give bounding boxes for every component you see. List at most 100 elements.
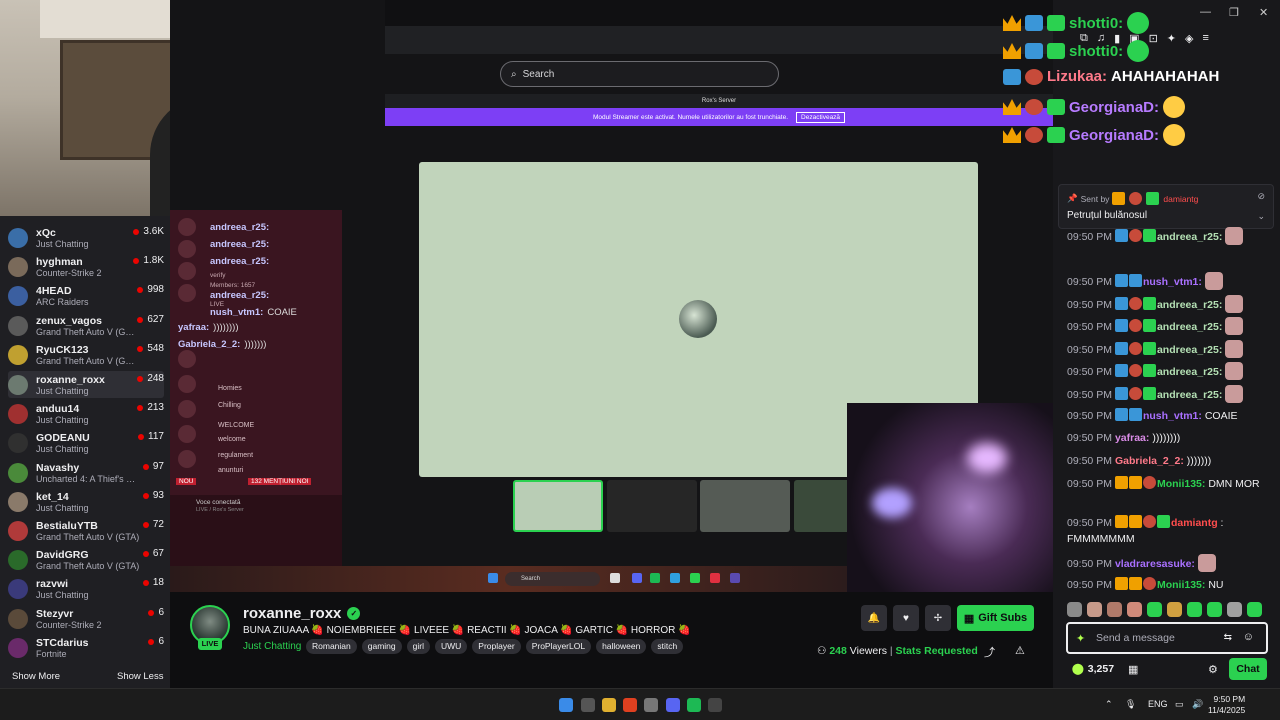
chat-message[interactable]: 09:50 PM Monii135: NU	[1067, 577, 1267, 593]
translate-icon[interactable]: ⇆	[1224, 632, 1232, 643]
volume-icon[interactable]: 🔊	[1192, 699, 1203, 710]
sparkle-icon[interactable]: ✦	[1167, 32, 1176, 45]
chevron-down-icon[interactable]: ⌄	[1257, 211, 1265, 222]
tag[interactable]: halloween	[596, 639, 647, 654]
chat-message[interactable]: 09:50 PM nush_vtm1: COAIE	[1067, 408, 1267, 424]
message-time: 09:50 PM	[1067, 558, 1112, 570]
boost-button[interactable]: ✢	[925, 605, 951, 631]
avatar	[8, 462, 28, 483]
discord-icon[interactable]	[666, 698, 680, 712]
sidebar-channel[interactable]: RyuCK123 Grand Theft Auto V (G… 548	[8, 341, 164, 368]
tag[interactable]: ProPlayerLOL	[525, 639, 592, 654]
chat-message[interactable]: 09:50 PM andreea_r25:	[1067, 295, 1267, 313]
chat-message[interactable]: 09:50 PM Gabriela_2_2: )))))))	[1067, 453, 1267, 469]
chat-username[interactable]: andreea_r25:	[1157, 231, 1222, 243]
tag[interactable]: Proplayer	[472, 639, 521, 654]
sidebar-channel[interactable]: BestialuYTB Grand Theft Auto V (GTA) 72	[8, 517, 164, 544]
sidebar-channel[interactable]: DavidGRG Grand Theft Auto V (GTA) 67	[8, 546, 164, 573]
chat-message[interactable]: 09:50 PM damiantg : FMMMMMMM	[1067, 515, 1267, 547]
tag[interactable]: stitch	[651, 639, 684, 654]
mic-icon[interactable]: 🎙	[1125, 699, 1136, 710]
chat-username[interactable]: Monii135:	[1157, 478, 1205, 490]
chat-send-button[interactable]: Chat	[1229, 658, 1267, 680]
chat-message[interactable]: 09:50 PM andreea_r25:	[1067, 385, 1267, 403]
start-icon[interactable]	[559, 698, 573, 712]
menu-icon[interactable]: ≡	[1202, 32, 1208, 45]
report-icon[interactable]: ⚠	[1015, 644, 1025, 657]
sidebar-channel[interactable]: anduu14 Just Chatting 213	[8, 400, 164, 427]
language-indicator[interactable]: ENG	[1148, 699, 1168, 709]
chat-message[interactable]: 09:50 PM andreea_r25:	[1067, 340, 1267, 358]
sidebar-channel[interactable]: Stezyvr Counter-Strike 2 6	[8, 605, 164, 632]
obs-icon[interactable]	[708, 698, 722, 712]
gift-icon[interactable]: ▦	[1128, 663, 1138, 676]
sidebar-channel[interactable]: zenux_vagos Grand Theft Auto V (G… 627	[8, 312, 164, 339]
pinned-message[interactable]: 📌 Sent by damiantg Petruțul bulănosul ⊘ …	[1058, 184, 1274, 229]
chat-message[interactable]: 09:50 PM nush_vtm1:	[1067, 272, 1267, 290]
sidebar-channel[interactable]: GODEANU Just Chatting 117	[8, 429, 164, 456]
clock[interactable]: 9:50 PM 11/4/2025	[1208, 694, 1245, 716]
gift-subs-button[interactable]: ▦ Gift Subs	[957, 605, 1034, 631]
sidebar-channel[interactable]: STCdarius Fortnite 6	[8, 634, 164, 661]
hide-pin-icon[interactable]: ⊘	[1257, 191, 1265, 202]
chat-message[interactable]: 09:50 PM Monii135: DMN MOR	[1067, 476, 1267, 492]
tag[interactable]: Romanian	[306, 639, 357, 654]
sidebar-channel[interactable]: xQc Just Chatting 3.6K	[8, 224, 164, 251]
close-icon[interactable]: ✕	[1259, 6, 1268, 19]
chat-username[interactable]: andreea_r25:	[1157, 389, 1222, 401]
secondary-webcam	[847, 403, 1053, 592]
sidebar-channel[interactable]: Navashy Uncharted 4: A Thief's … 97	[8, 459, 164, 486]
sidebar-channel[interactable]: roxanne_roxx Just Chatting 248	[8, 371, 164, 398]
show-more-link[interactable]: Show More	[12, 671, 60, 682]
maximize-icon[interactable]: ❐	[1229, 6, 1239, 19]
channel-points[interactable]: ⬤ 3,257	[1072, 663, 1114, 675]
minimize-icon[interactable]: —	[1200, 6, 1211, 18]
shield-icon[interactable]: ◈	[1185, 32, 1193, 45]
tag[interactable]: UWU	[434, 639, 468, 654]
spotify-icon[interactable]	[687, 698, 701, 712]
share-icon[interactable]: ⤴	[984, 644, 995, 660]
network-icon[interactable]: ▭	[1175, 699, 1184, 710]
notification-bell-button[interactable]: 🔔	[861, 605, 887, 631]
chat-message[interactable]: 09:50 PM yafraa: ))))))))	[1067, 430, 1267, 446]
channel-name[interactable]: roxanne_roxx ✓	[243, 605, 361, 622]
sidebar-channel[interactable]: hyghman Counter-Strike 2 1.8K	[8, 253, 164, 280]
channel-game: ARC Raiders	[36, 296, 89, 307]
folder-icon[interactable]	[602, 698, 616, 712]
chat-username[interactable]: andreea_r25:	[1157, 344, 1222, 356]
live-dot-icon	[142, 521, 149, 528]
emote-picker-icon[interactable]: ☺	[1243, 631, 1254, 643]
tag[interactable]: girl	[406, 639, 430, 654]
chat-message[interactable]: 09:50 PM vladraresasuke:	[1067, 554, 1267, 572]
gear-icon[interactable]: ⚙	[1208, 663, 1218, 676]
chat-username[interactable]: Gabriela_2_2:	[1115, 455, 1184, 467]
stream-tags: Romanian gaming girl UWU Proplayer ProPl…	[306, 639, 684, 654]
chat-message[interactable]: 09:50 PM andreea_r25:	[1067, 362, 1267, 380]
follow-heart-button[interactable]: ♥	[893, 605, 919, 631]
chat-message[interactable]: 09:50 PM andreea_r25:	[1067, 317, 1267, 335]
search-icon[interactable]	[581, 698, 595, 712]
capcut-icon[interactable]	[644, 698, 658, 712]
chat-username[interactable]: andreea_r25:	[1157, 366, 1222, 378]
show-less-link[interactable]: Show Less	[117, 671, 163, 682]
chat-username[interactable]: andreea_r25:	[1157, 299, 1222, 311]
sparkle-icon[interactable]: ✦	[1076, 632, 1085, 645]
sidebar-channel[interactable]: razvwi Just Chatting 18	[8, 575, 164, 602]
chat-username[interactable]: nush_vtm1:	[1143, 410, 1202, 422]
sidebar-channel[interactable]: ket_14 Just Chatting 93	[8, 488, 164, 515]
tag[interactable]: gaming	[361, 639, 402, 654]
chevron-up-icon[interactable]: ⌃	[1105, 699, 1113, 710]
chat-username[interactable]: nush_vtm1:	[1143, 276, 1202, 288]
chat-username[interactable]: andreea_r25:	[1157, 321, 1222, 333]
chat-username[interactable]: vladraresasuke:	[1115, 558, 1195, 570]
chat-input[interactable]: ✦ Send a message ⇆ ☺	[1066, 622, 1268, 654]
chat-username[interactable]: damiantg	[1171, 517, 1218, 529]
tab-icon[interactable]: ⊡	[1149, 32, 1158, 45]
sidebar-channel[interactable]: 4HEAD ARC Raiders 998	[8, 282, 164, 309]
brave-icon[interactable]	[623, 698, 637, 712]
stream-category[interactable]: Just Chatting	[243, 641, 301, 652]
chat-username[interactable]: Monii135:	[1157, 579, 1205, 591]
chat-username[interactable]: yafraa:	[1115, 432, 1149, 444]
chat-message[interactable]: 09:50 PM andreea_r25:	[1067, 227, 1267, 245]
stream-video[interactable]: ⌕ Search Rox's Server Modul Streamer est…	[170, 0, 1053, 592]
